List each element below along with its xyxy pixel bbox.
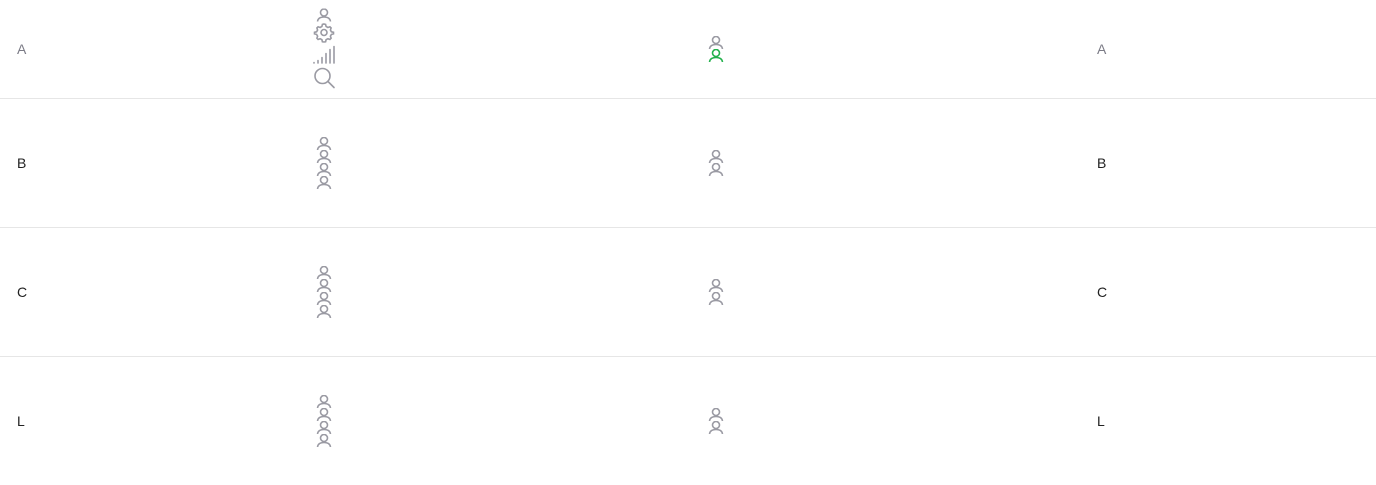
- table-row: B B: [0, 99, 1376, 228]
- icon-stack-left: [314, 266, 334, 318]
- icon-stack-left: [312, 8, 336, 90]
- person-icon[interactable]: [314, 279, 334, 292]
- person-icon[interactable]: [314, 163, 334, 176]
- person-icon[interactable]: [314, 176, 334, 189]
- row-label-right: B: [1097, 155, 1107, 171]
- icon-stack-right: [706, 150, 726, 176]
- person-icon[interactable]: [314, 292, 334, 305]
- row-label-right: L: [1097, 413, 1105, 429]
- icon-stack-left: [314, 137, 334, 189]
- person-icon[interactable]: [706, 408, 726, 421]
- table-row: C C: [0, 228, 1376, 357]
- row-label-right: C: [1097, 284, 1108, 300]
- person-icon[interactable]: [706, 36, 726, 49]
- person-icon[interactable]: [314, 434, 334, 447]
- person-icon[interactable]: [314, 408, 334, 421]
- signal-icon: [312, 44, 336, 66]
- person-icon[interactable]: [706, 279, 726, 292]
- icon-stack-right: [706, 279, 726, 305]
- person-icon[interactable]: [706, 292, 726, 305]
- person-icon[interactable]: [314, 421, 334, 434]
- person-icon[interactable]: [314, 150, 334, 163]
- row-label-left: C: [17, 284, 28, 300]
- row-label-left: A: [17, 41, 27, 57]
- icon-stack-left: [314, 395, 334, 447]
- table: A A B B C C L L: [0, 0, 1376, 485]
- gear-icon[interactable]: [313, 22, 335, 44]
- icon-stack-right: [706, 408, 726, 434]
- person-icon[interactable]: [706, 421, 726, 434]
- person-icon[interactable]: [706, 163, 726, 176]
- person-icon[interactable]: [314, 305, 334, 318]
- person-icon[interactable]: [314, 266, 334, 279]
- person-icon-active[interactable]: [706, 49, 726, 62]
- row-label-left: L: [17, 413, 25, 429]
- search-icon[interactable]: [312, 66, 336, 90]
- person-icon[interactable]: [314, 8, 334, 22]
- person-icon[interactable]: [314, 137, 334, 150]
- icon-stack-right: [706, 36, 726, 62]
- table-row: A A: [0, 0, 1376, 99]
- table-row: L L: [0, 357, 1376, 485]
- row-label-right: A: [1097, 41, 1107, 57]
- person-icon[interactable]: [706, 150, 726, 163]
- row-label-left: B: [17, 155, 27, 171]
- person-icon[interactable]: [314, 395, 334, 408]
